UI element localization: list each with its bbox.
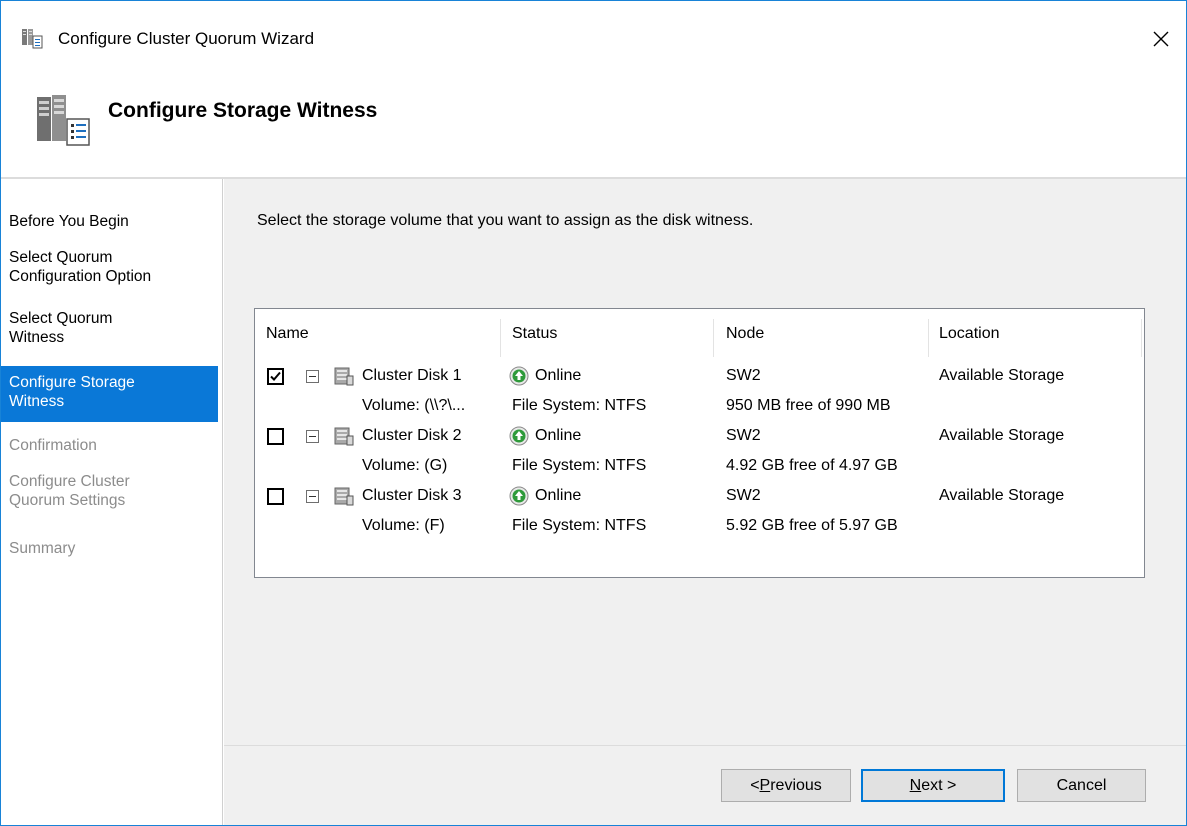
disk-checkbox[interactable] xyxy=(267,428,284,445)
checkmark-icon xyxy=(270,371,281,381)
disk-location: Available Storage xyxy=(939,427,1065,444)
storage-volume-list[interactable]: Name Status Node Location Cluster Disk 1… xyxy=(254,308,1145,578)
online-status-icon xyxy=(509,486,529,506)
cancel-button[interactable]: Cancel xyxy=(1017,769,1146,802)
online-status-icon xyxy=(509,366,529,386)
online-status-icon xyxy=(509,426,529,446)
disk-volume: Volume: (F) xyxy=(362,517,445,534)
nav-step-summary: Summary xyxy=(9,540,76,557)
close-button[interactable] xyxy=(1136,19,1186,59)
cluster-wizard-icon xyxy=(37,95,90,146)
disk-status: Online xyxy=(535,487,582,504)
wizard-window: Configure Cluster Quorum Wizard Configur… xyxy=(0,0,1187,826)
nav-step-select-quorum-configuration[interactable]: Select Quorum Configuration Option xyxy=(1,248,218,286)
collapse-icon[interactable] xyxy=(306,430,319,443)
collapse-icon[interactable] xyxy=(306,490,319,503)
disk-name: Cluster Disk 1 xyxy=(362,367,462,384)
footer-divider xyxy=(224,745,1186,746)
window-title: Configure Cluster Quorum Wizard xyxy=(58,29,315,48)
instruction-text: Select the storage volume that you want … xyxy=(257,212,754,229)
nav-step-before-you-begin[interactable]: Before You Begin xyxy=(1,212,218,231)
disk-checkbox[interactable] xyxy=(267,488,284,505)
column-header-node[interactable]: Node xyxy=(726,325,764,343)
disk-name: Cluster Disk 2 xyxy=(362,427,462,444)
disk-filesystem: File System: NTFS xyxy=(512,517,647,534)
wizard-header: Configure Storage Witness xyxy=(1,71,1186,177)
disk-volume: Volume: (\\?\... xyxy=(362,397,466,414)
disk-filesystem: File System: NTFS xyxy=(512,457,647,474)
collapse-icon[interactable] xyxy=(306,370,319,383)
column-header-location[interactable]: Location xyxy=(939,325,1000,343)
cluster-disk-icon xyxy=(334,367,354,386)
next-button-accelerator: N xyxy=(909,776,922,794)
cluster-disk-icon xyxy=(334,487,354,506)
next-button-label: ext > xyxy=(921,776,957,794)
disk-filesystem: File System: NTFS xyxy=(512,397,647,414)
nav-step-select-quorum-witness[interactable]: Select Quorum Witness xyxy=(1,309,218,347)
next-button[interactable]: Next > xyxy=(861,769,1005,802)
nav-step-confirmation: Confirmation xyxy=(9,437,97,454)
column-divider[interactable] xyxy=(1141,319,1142,357)
title-bar: Configure Cluster Quorum Wizard xyxy=(1,1,1186,71)
nav-step-configure-cluster-quorum-settings: Configure Cluster Quorum Settings xyxy=(9,473,130,509)
previous-button-accelerator: P xyxy=(759,776,771,794)
main-panel: Select the storage volume that you want … xyxy=(224,179,1186,825)
disk-name: Cluster Disk 3 xyxy=(362,487,462,504)
disk-location: Available Storage xyxy=(939,487,1065,504)
column-divider[interactable] xyxy=(500,319,501,357)
cluster-wizard-small-icon xyxy=(22,29,43,49)
previous-button[interactable]: < Previous xyxy=(721,769,851,802)
disk-volume: Volume: (G) xyxy=(362,457,448,474)
disk-node: SW2 xyxy=(726,487,761,504)
page-title: Configure Storage Witness xyxy=(108,99,378,122)
column-divider[interactable] xyxy=(713,319,714,357)
disk-status: Online xyxy=(535,367,582,384)
nav-step-configure-storage-witness[interactable]: Configure Storage Witness xyxy=(1,366,218,422)
disk-status: Online xyxy=(535,427,582,444)
disk-node: SW2 xyxy=(726,427,761,444)
disk-location: Available Storage xyxy=(939,367,1065,384)
close-icon xyxy=(1153,31,1169,47)
wizard-steps-nav: Before You Begin Select Quorum Configura… xyxy=(1,179,223,825)
column-header-status[interactable]: Status xyxy=(512,325,557,343)
previous-button-label: revious xyxy=(770,776,822,794)
disk-free-space: 4.92 GB free of 4.97 GB xyxy=(726,457,898,474)
disk-checkbox[interactable] xyxy=(267,368,284,385)
column-divider[interactable] xyxy=(928,319,929,357)
previous-button-prefix: < xyxy=(750,776,760,794)
column-header-name[interactable]: Name xyxy=(266,325,309,343)
disk-node: SW2 xyxy=(726,367,761,384)
cluster-disk-icon xyxy=(334,427,354,446)
cancel-button-label: Cancel xyxy=(1056,776,1107,794)
disk-free-space: 5.92 GB free of 5.97 GB xyxy=(726,517,898,534)
disk-free-space: 950 MB free of 990 MB xyxy=(726,397,891,414)
